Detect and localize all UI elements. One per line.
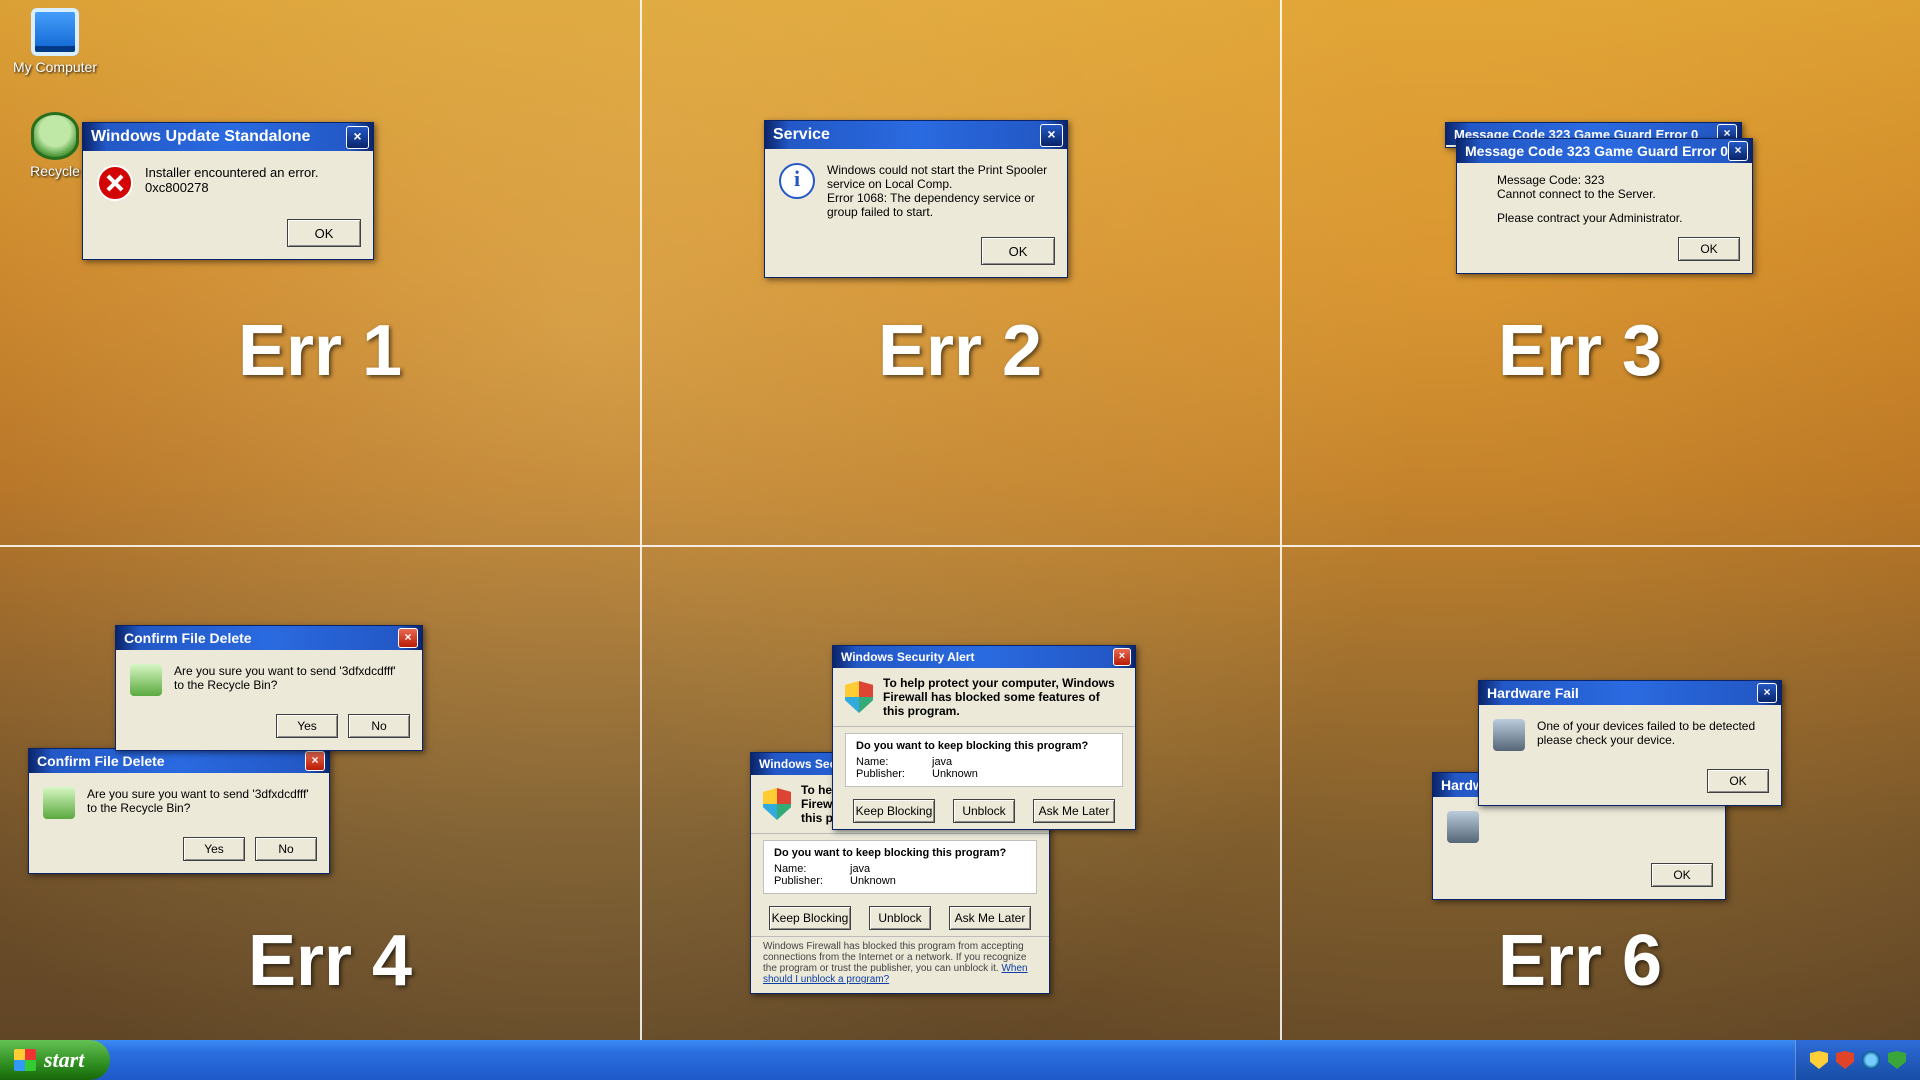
dialog-gameguard: Message Code 323 Game Guard Error 0 × Me…	[1456, 138, 1753, 274]
shield-icon	[763, 788, 791, 820]
title-text: Windows Security Alert	[841, 650, 1113, 664]
recycle-icon	[43, 787, 75, 819]
dialog-wsa: Windows Security Alert × To help protect…	[832, 645, 1136, 830]
dialog-windows-update: Windows Update Standalone × Installer en…	[82, 122, 374, 260]
tray-security-icon[interactable]	[1810, 1051, 1828, 1069]
my-computer-icon[interactable]: My Computer	[10, 8, 100, 75]
close-icon[interactable]: ×	[1757, 683, 1777, 703]
cell-label-1: Err 1	[238, 310, 402, 392]
grid-vline-2	[1280, 0, 1282, 1040]
wsa-banner: To help protect your computer, Windows F…	[833, 668, 1135, 727]
ok-button[interactable]: OK	[1651, 863, 1713, 887]
ok-button[interactable]: OK	[981, 237, 1055, 265]
titlebar[interactable]: Confirm File Delete ×	[116, 626, 422, 650]
keep-blocking-button[interactable]: Keep Blocking	[853, 799, 935, 823]
close-icon[interactable]: ×	[346, 126, 369, 149]
yes-button[interactable]: Yes	[183, 837, 245, 861]
cell-label-4: Err 4	[248, 920, 412, 1002]
ask-later-button[interactable]: Ask Me Later	[949, 906, 1031, 930]
titlebar[interactable]: Hardware Fail ×	[1479, 681, 1781, 705]
titlebar[interactable]: Service ×	[765, 121, 1067, 149]
unblock-button[interactable]: Unblock	[953, 799, 1015, 823]
dialog-message: Installer encountered an error. 0xc80027…	[145, 165, 357, 195]
title-text: Windows Update Standalone	[91, 128, 346, 146]
ok-button[interactable]: OK	[287, 219, 361, 247]
keep-blocking-button[interactable]: Keep Blocking	[769, 906, 851, 930]
close-icon[interactable]: ×	[1728, 141, 1748, 161]
start-label: start	[44, 1040, 84, 1080]
title-text: Confirm File Delete	[37, 753, 305, 769]
dialog-confirm-delete-back: Confirm File Delete × Are you sure you w…	[28, 748, 330, 874]
unblock-button[interactable]: Unblock	[869, 906, 931, 930]
close-icon[interactable]: ×	[1113, 648, 1131, 666]
titlebar[interactable]: Windows Update Standalone ×	[83, 123, 373, 151]
my-computer-label: My Computer	[10, 59, 100, 75]
cell-label-6: Err 6	[1498, 920, 1662, 1002]
dialog-body: Message Code: 323 Cannot connect to the …	[1457, 163, 1752, 231]
no-button[interactable]: No	[348, 714, 410, 738]
dialog-message: One of your devices failed to be detecte…	[1537, 719, 1765, 747]
titlebar[interactable]: Confirm File Delete ×	[29, 749, 329, 773]
title-text: Service	[773, 126, 1040, 144]
recycle-icon	[31, 112, 79, 160]
titlebar[interactable]: Windows Security Alert ×	[833, 646, 1135, 668]
tray-network-icon[interactable]	[1862, 1051, 1880, 1069]
info-icon: i	[779, 163, 815, 199]
grid-hline	[0, 545, 1920, 547]
ok-button[interactable]: OK	[1707, 769, 1769, 793]
ask-later-button[interactable]: Ask Me Later	[1033, 799, 1115, 823]
yes-button[interactable]: Yes	[276, 714, 338, 738]
error-icon	[97, 165, 133, 201]
title-text: Confirm File Delete	[124, 630, 398, 646]
dialog-hardware: Hardware Fail × One of your devices fail…	[1478, 680, 1782, 806]
ok-button[interactable]: OK	[1678, 237, 1740, 261]
close-icon[interactable]: ×	[1040, 124, 1063, 147]
title-text: Hardware Fail	[1487, 685, 1757, 701]
wsa-program-block: Do you want to keep blocking this progra…	[845, 733, 1123, 787]
cell-label-2: Err 2	[878, 310, 1042, 392]
close-icon[interactable]: ×	[398, 628, 418, 648]
tray-alert-icon[interactable]	[1836, 1051, 1854, 1069]
cell-label-3: Err 3	[1498, 310, 1662, 392]
desktop: Err 1 Err 2 Err 3 Err 4 Err 5 Err 6 My C…	[0, 0, 1920, 1080]
no-button[interactable]: No	[255, 837, 317, 861]
taskbar: start	[0, 1040, 1920, 1080]
close-icon[interactable]: ×	[305, 751, 325, 771]
title-text: Message Code 323 Game Guard Error 0	[1465, 143, 1728, 159]
device-icon	[1493, 719, 1525, 751]
dialog-confirm-delete: Confirm File Delete × Are you sure you w…	[115, 625, 423, 751]
start-button[interactable]: start	[0, 1040, 110, 1080]
titlebar[interactable]: Message Code 323 Game Guard Error 0 ×	[1457, 139, 1752, 163]
shield-icon	[845, 681, 873, 713]
wsa-footer: Windows Firewall has blocked this progra…	[751, 936, 1049, 993]
dialog-message: Windows could not start the Print Spoole…	[827, 163, 1051, 219]
tray-antivirus-icon[interactable]	[1888, 1051, 1906, 1069]
dialog-message: Are you sure you want to send '3dfxdcdff…	[174, 664, 406, 692]
dialog-service: Service × i Windows could not start the …	[764, 120, 1068, 278]
system-tray	[1795, 1040, 1920, 1080]
recycle-icon	[130, 664, 162, 696]
wsa-program-block: Do you want to keep blocking this progra…	[763, 840, 1037, 894]
device-icon	[1447, 811, 1479, 843]
grid-vline-1	[640, 0, 642, 1040]
dialog-message: Are you sure you want to send '3dfxdcdff…	[87, 787, 313, 815]
computer-icon	[31, 8, 79, 56]
windows-flag-icon	[14, 1049, 36, 1071]
